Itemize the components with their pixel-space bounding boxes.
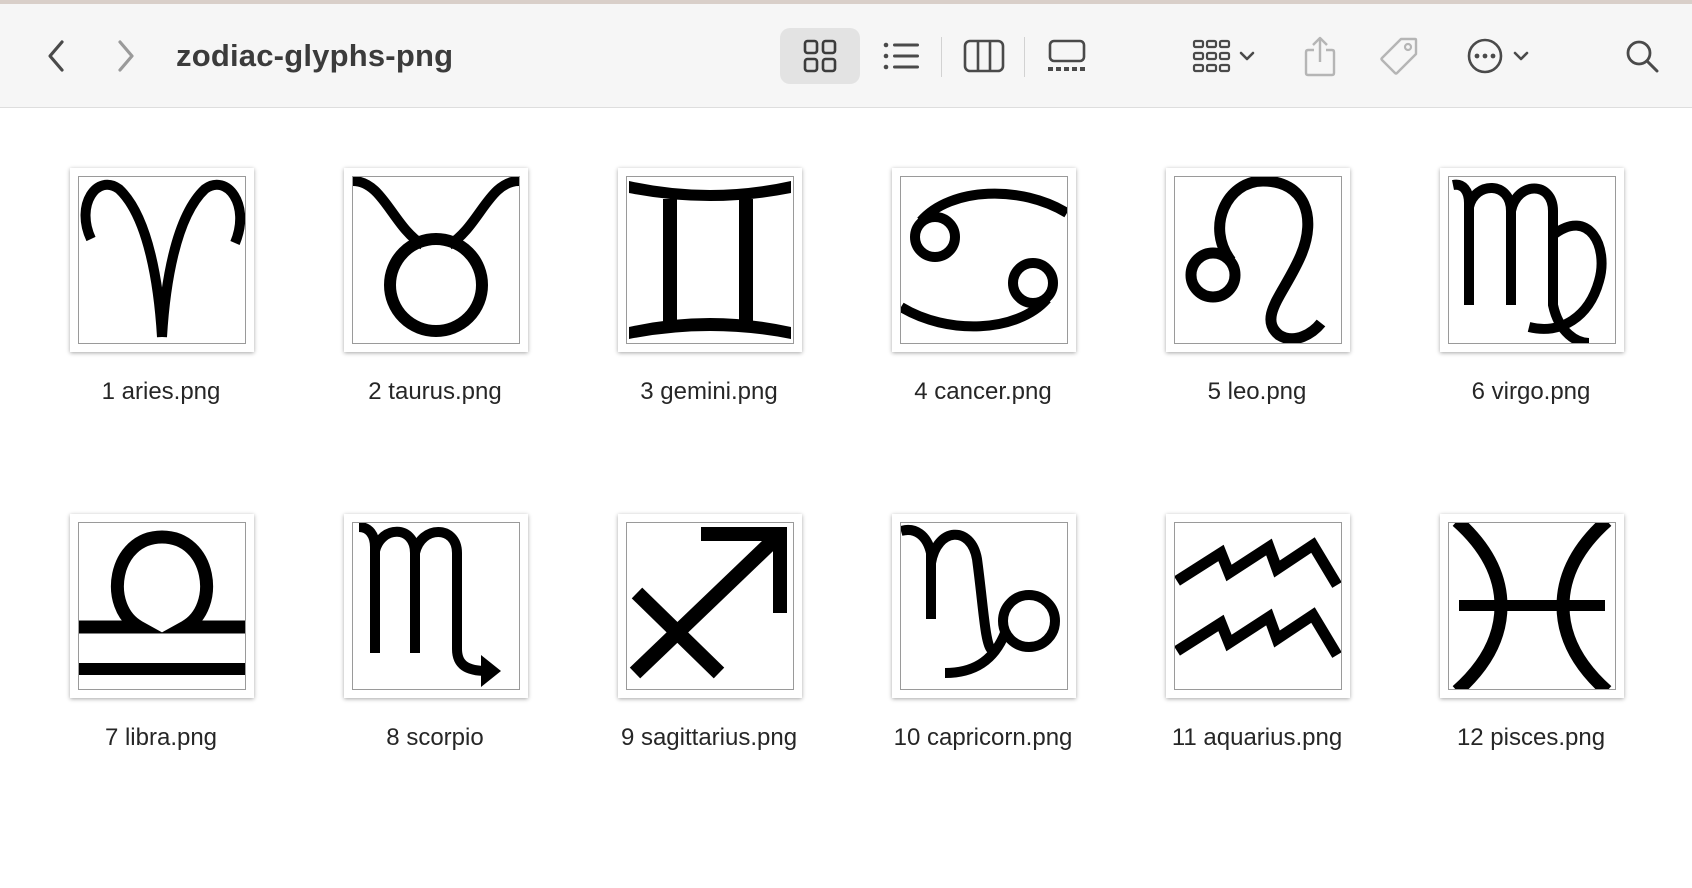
aries-glyph-icon: [80, 179, 245, 338]
list-view-icon: [883, 42, 919, 70]
sagittarius-glyph-icon: [629, 527, 787, 679]
tag-icon: [1380, 37, 1418, 75]
list-view-button[interactable]: [876, 28, 928, 84]
file-thumbnail[interactable]: [618, 514, 802, 698]
back-button[interactable]: [36, 32, 76, 80]
gallery-view-button[interactable]: [1038, 28, 1096, 84]
virgo-glyph-icon: [1452, 179, 1607, 343]
finder-toolbar: zodiac-glyphs-png: [0, 4, 1692, 108]
file-thumbnail[interactable]: [892, 514, 1076, 698]
toolbar-divider: [941, 37, 942, 77]
chevron-left-icon: [48, 40, 64, 72]
file-name: 2 taurus.png: [368, 378, 502, 405]
forward-button[interactable]: [106, 32, 146, 80]
file-icon-grid: 1 aries.png 2 taurus.png 3 gemini.png 4 …: [0, 108, 1692, 888]
tag-button[interactable]: [1374, 28, 1424, 84]
file-name: 6 virgo.png: [1471, 378, 1591, 405]
file-item-sagittarius[interactable]: 9 sagittarius.png: [572, 514, 846, 794]
file-thumbnail[interactable]: [1166, 168, 1350, 352]
grid-view-icon: [803, 39, 837, 73]
file-thumbnail[interactable]: [1440, 168, 1624, 352]
file-item-libra[interactable]: 7 libra.png: [24, 514, 298, 794]
group-by-button[interactable]: [1184, 28, 1264, 84]
file-thumbnail[interactable]: [892, 168, 1076, 352]
file-name: 4 cancer.png: [914, 378, 1052, 405]
column-view-button[interactable]: [956, 28, 1012, 84]
file-item-scorpio[interactable]: 8 scorpio: [298, 514, 572, 794]
file-thumbnail[interactable]: [1440, 514, 1624, 698]
icon-view-button[interactable]: [780, 28, 860, 84]
more-actions-button[interactable]: [1458, 28, 1538, 84]
file-name: 3 gemini.png: [640, 378, 778, 405]
gallery-view-icon: [1048, 39, 1086, 71]
ellipsis-circle-icon: [1467, 38, 1503, 74]
file-thumbnail[interactable]: [1166, 514, 1350, 698]
file-item-taurus[interactable]: 2 taurus.png: [298, 168, 572, 448]
chevron-down-icon: [1513, 51, 1529, 61]
search-button[interactable]: [1618, 28, 1666, 84]
cancer-glyph-icon: [901, 188, 1067, 332]
chevron-right-icon: [118, 40, 134, 72]
leo-glyph-icon: [1185, 177, 1326, 343]
file-name: 12 pisces.png: [1456, 724, 1606, 751]
toolbar-divider: [1024, 37, 1025, 77]
window-title: zodiac-glyphs-png: [176, 38, 454, 73]
file-item-aries[interactable]: 1 aries.png: [24, 168, 298, 448]
share-button[interactable]: [1298, 28, 1342, 84]
file-thumbnail[interactable]: [344, 168, 528, 352]
file-name: 5 leo.png: [1207, 378, 1307, 405]
capricorn-glyph-icon: [901, 525, 1060, 678]
aquarius-glyph-icon: [1175, 537, 1341, 658]
search-icon: [1626, 40, 1659, 73]
file-thumbnail[interactable]: [618, 168, 802, 352]
file-thumbnail[interactable]: [70, 168, 254, 352]
file-name: 9 sagittarius.png: [620, 724, 798, 751]
share-icon: [1304, 36, 1336, 77]
file-name: 11 aquarius.png: [1171, 724, 1343, 751]
file-name: 7 libra.png: [104, 724, 218, 751]
chevron-down-icon: [1239, 51, 1255, 61]
gemini-glyph-icon: [629, 181, 791, 339]
file-name: 8 scorpio: [386, 724, 484, 751]
libra-glyph-icon: [79, 530, 245, 675]
file-item-cancer[interactable]: 4 cancer.png: [846, 168, 1120, 448]
file-name: 10 capricorn.png: [893, 724, 1073, 751]
column-view-icon: [963, 39, 1005, 73]
file-item-pisces[interactable]: 12 pisces.png: [1394, 514, 1668, 794]
scorpio-glyph-icon: [358, 523, 501, 687]
file-item-leo[interactable]: 5 leo.png: [1120, 168, 1394, 448]
file-name: 1 aries.png: [101, 378, 221, 405]
file-thumbnail[interactable]: [70, 514, 254, 698]
file-thumbnail[interactable]: [344, 514, 528, 698]
group-by-icon: [1192, 39, 1231, 73]
taurus-glyph-icon: [353, 177, 519, 337]
file-item-virgo[interactable]: 6 virgo.png: [1394, 168, 1668, 448]
pisces-glyph-icon: [1452, 523, 1612, 689]
file-item-capricorn[interactable]: 10 capricorn.png: [846, 514, 1120, 794]
file-item-aquarius[interactable]: 11 aquarius.png: [1120, 514, 1394, 794]
file-item-gemini[interactable]: 3 gemini.png: [572, 168, 846, 448]
